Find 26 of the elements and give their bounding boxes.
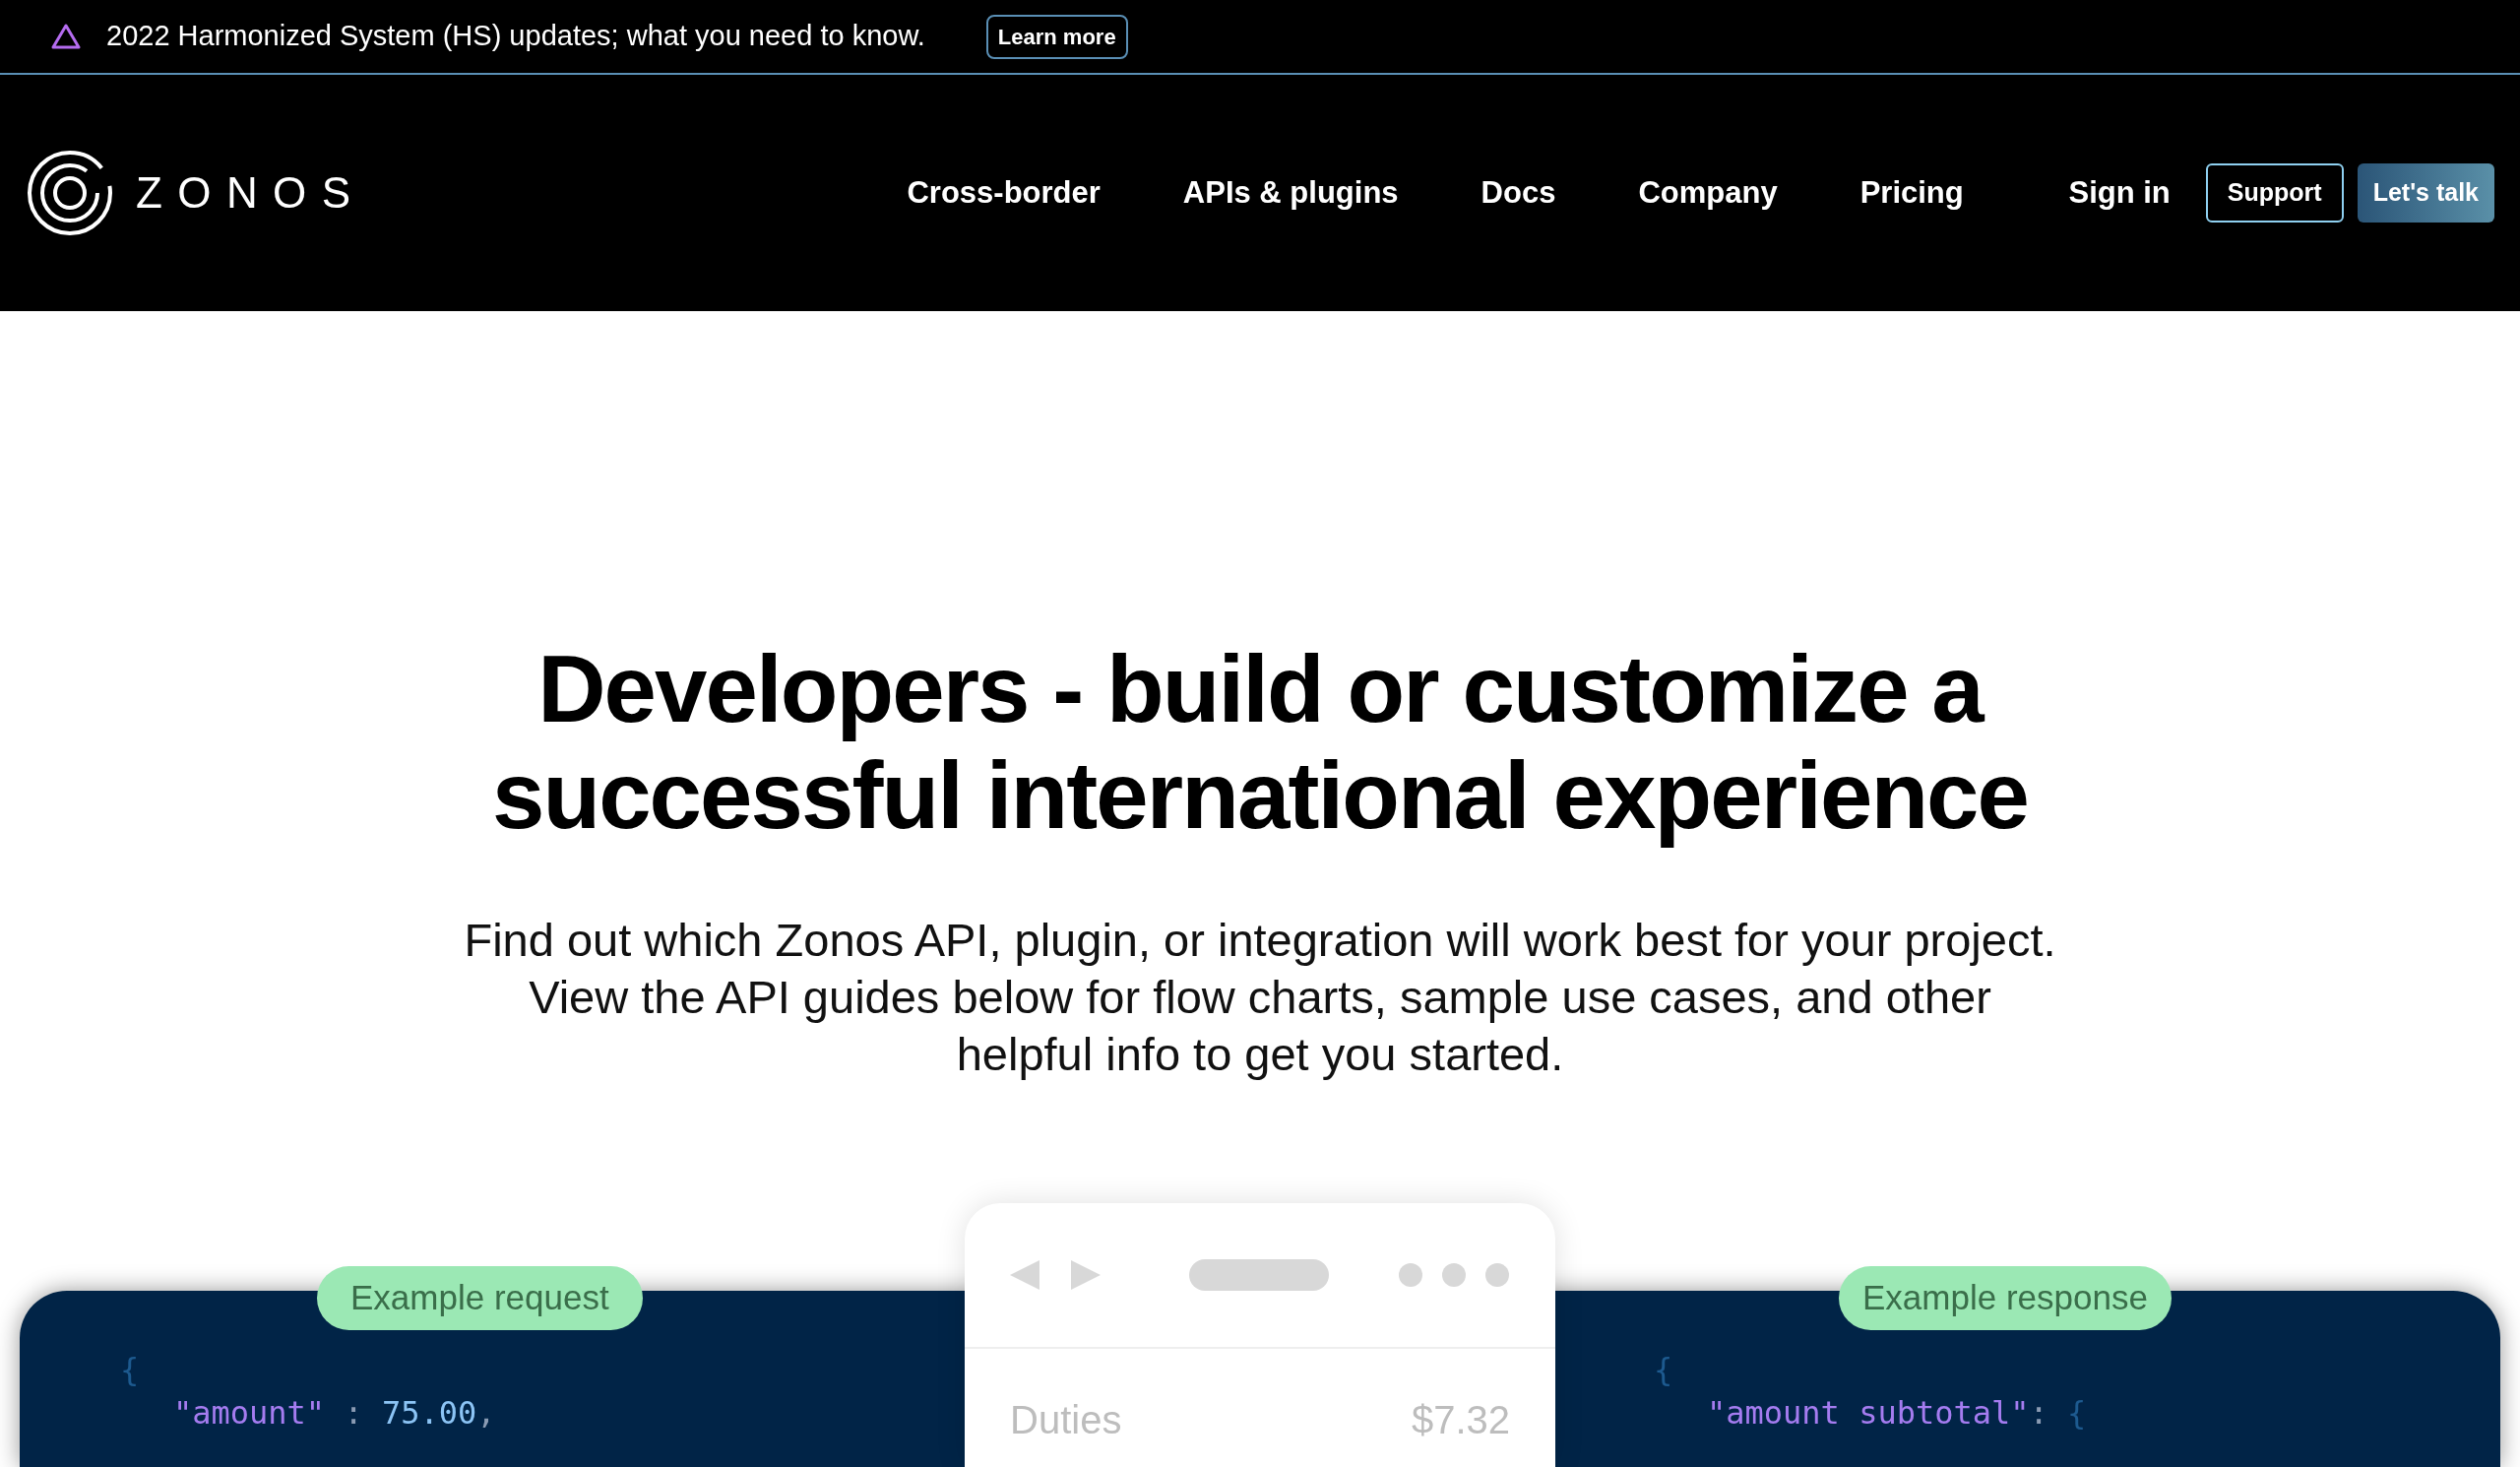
announcement-text: 2022 Harmonized System (HS) updates; what you need to know. xyxy=(106,19,925,54)
more-dots-icon xyxy=(1398,1262,1510,1288)
example-response-badge: Example response xyxy=(1839,1266,2172,1330)
nav-link[interactable]: Cross-border xyxy=(907,169,1101,217)
lets-talk-button[interactable]: Let's talk xyxy=(2357,163,2494,223)
code-line: "amount" : 75.00, xyxy=(172,1393,497,1433)
nav-link[interactable]: Pricing xyxy=(1859,169,1964,217)
triangle-icon xyxy=(51,23,81,50)
support-button[interactable]: Support xyxy=(2205,163,2344,223)
code-line: { xyxy=(1654,1350,1674,1389)
example-request-badge: Example request xyxy=(317,1266,643,1330)
duties-amount: $7.32 xyxy=(1411,1397,1510,1443)
duties-label: Duties xyxy=(1010,1397,1122,1443)
back-arrow-icon xyxy=(1010,1260,1041,1290)
code-line: "amount subtotal": { xyxy=(1706,1393,2088,1433)
learn-more-button[interactable]: Learn more xyxy=(985,14,1128,59)
hero-subtitle: Find out which Zonos API, plugin, or integration will work best for your project. View the API guides below for flow charts, sample use cases, and other helpful info to get you started. xyxy=(463,913,2057,1082)
nav-link[interactable]: Docs xyxy=(1480,169,1556,217)
hero-title: Developers - build or customize a successful international experience xyxy=(490,636,2030,849)
code-line: { xyxy=(120,1350,141,1389)
logo-text: ZONOS xyxy=(136,167,366,219)
nav-link[interactable]: APIs & plugins xyxy=(1182,169,1399,217)
sign-in-link[interactable]: Sign in xyxy=(2068,169,2171,217)
forward-arrow-icon xyxy=(1069,1260,1101,1290)
nav-link[interactable]: Company xyxy=(1638,169,1778,217)
logo-icon xyxy=(26,149,114,237)
